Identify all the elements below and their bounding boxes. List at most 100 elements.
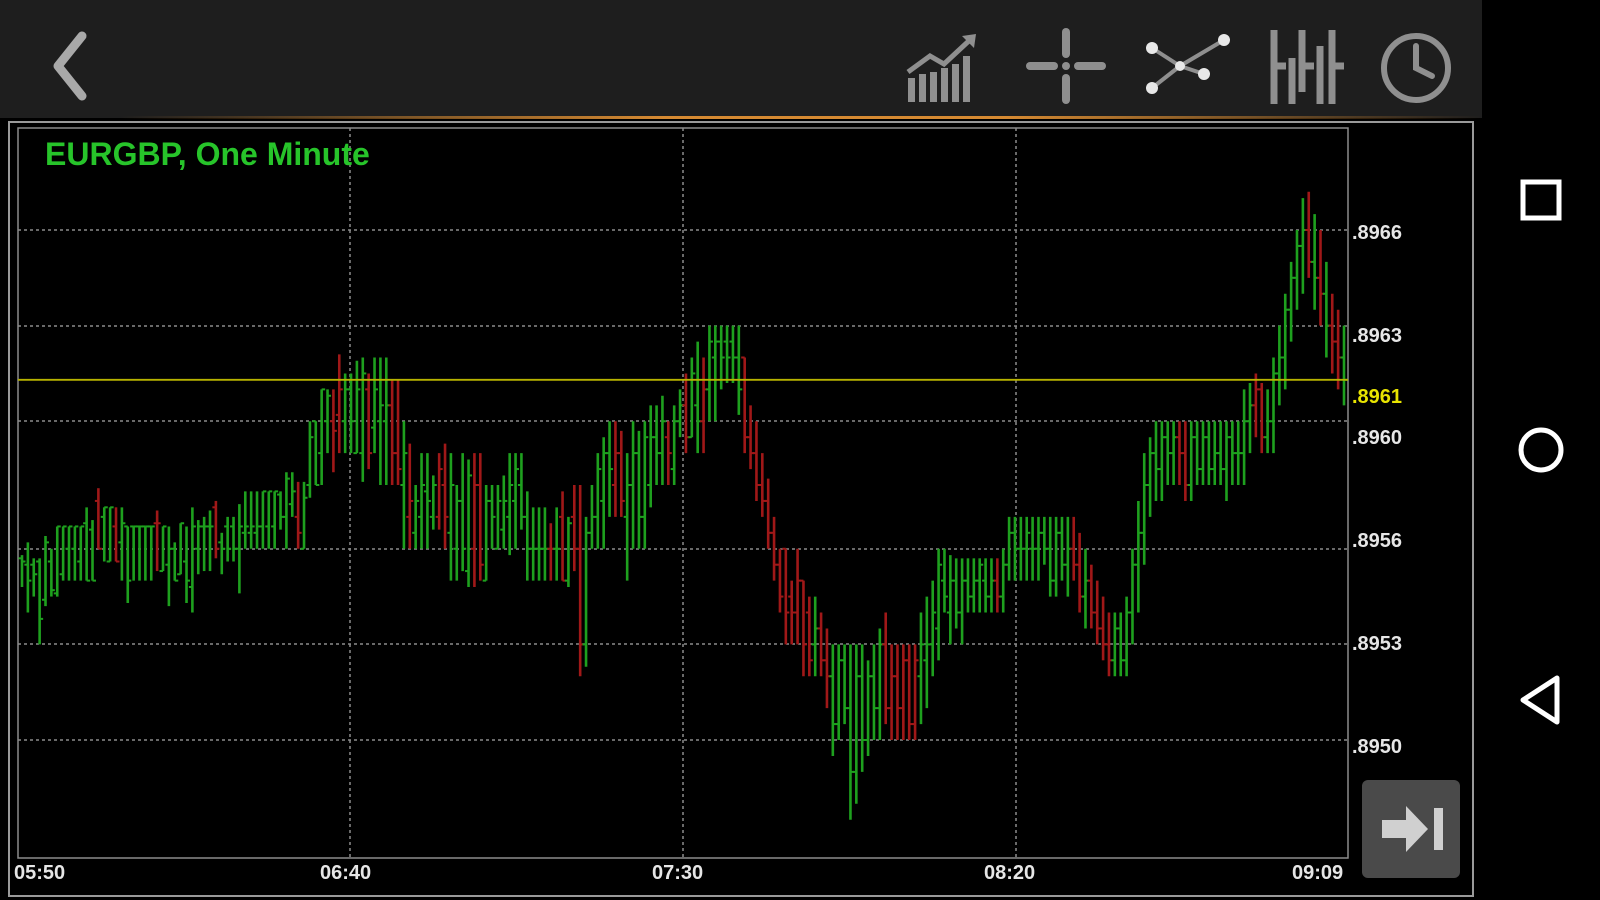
ohlc-bar bbox=[147, 525, 155, 581]
ohlc-bar bbox=[1205, 421, 1213, 485]
ohlc-bar bbox=[564, 516, 572, 587]
ohlc-bar bbox=[1081, 548, 1089, 629]
ohlc-bar bbox=[1170, 421, 1178, 485]
ohlc-bar bbox=[1334, 309, 1342, 390]
scroll-to-end-icon bbox=[1382, 806, 1443, 852]
ohlc-bar bbox=[71, 525, 79, 581]
ohlc-bar bbox=[888, 644, 896, 740]
ohlc-bar bbox=[106, 506, 114, 563]
ohlc-bar bbox=[517, 453, 525, 530]
ohlc-bar bbox=[1322, 261, 1330, 358]
ohlc-bar bbox=[758, 453, 766, 517]
ohlc-bar bbox=[1246, 383, 1254, 454]
ohlc-bar bbox=[453, 485, 461, 581]
ohlc-bar bbox=[688, 357, 696, 439]
ohlc-bar bbox=[958, 558, 966, 645]
ohlc-bar bbox=[1316, 230, 1324, 326]
chart-plot[interactable] bbox=[0, 0, 1482, 900]
ohlc-bar bbox=[188, 507, 196, 613]
ohlc-bar bbox=[47, 548, 55, 597]
ohlc-bar bbox=[964, 558, 972, 613]
ohlc-bar bbox=[805, 596, 813, 677]
ohlc-bar bbox=[940, 548, 948, 613]
ohlc-bar bbox=[606, 421, 614, 517]
ohlc-bar bbox=[987, 558, 995, 613]
ohlc-bar bbox=[752, 421, 760, 501]
ohlc-bar bbox=[371, 357, 379, 454]
ohlc-bar bbox=[852, 644, 860, 804]
ohlc-bar bbox=[917, 612, 925, 725]
ohlc-bar bbox=[282, 472, 290, 549]
ohlc-bar bbox=[570, 485, 578, 572]
ohlc-bar bbox=[541, 507, 549, 581]
ohlc-bar bbox=[30, 558, 38, 597]
home-button[interactable] bbox=[1501, 410, 1581, 490]
nav-back-button[interactable] bbox=[1501, 660, 1581, 740]
ohlc-bar bbox=[735, 325, 743, 415]
ohlc-bar bbox=[300, 481, 308, 550]
nav-back-icon bbox=[1520, 675, 1560, 725]
ohlc-bar bbox=[1258, 383, 1266, 454]
ohlc-bar bbox=[277, 491, 285, 530]
ohlc-bar bbox=[1328, 293, 1336, 374]
ohlc-bar bbox=[212, 500, 220, 559]
x-axis-label: 09:09 bbox=[1292, 862, 1344, 884]
ohlc-bar bbox=[65, 525, 73, 581]
android-navigation-bar bbox=[1482, 0, 1600, 900]
recents-button[interactable] bbox=[1501, 160, 1581, 240]
ohlc-bar bbox=[183, 526, 191, 603]
ohlc-bar bbox=[764, 478, 772, 549]
ohlc-bar bbox=[1146, 437, 1154, 517]
ohlc-bar bbox=[459, 453, 467, 572]
ohlc-bar bbox=[124, 525, 132, 603]
ohlc-bar bbox=[1287, 261, 1295, 342]
ohlc-bar bbox=[1217, 421, 1225, 485]
ohlc-bar bbox=[799, 579, 807, 677]
ohlc-bar bbox=[1052, 516, 1060, 597]
ohlc-bar bbox=[1252, 373, 1260, 438]
ohlc-bar bbox=[1340, 325, 1348, 406]
ohlc-bar bbox=[1275, 325, 1283, 406]
ohlc-bar bbox=[112, 507, 120, 563]
ohlc-bar bbox=[653, 405, 661, 485]
ohlc-bar bbox=[1222, 421, 1230, 501]
scroll-to-end-button[interactable] bbox=[1362, 780, 1460, 878]
ohlc-bar bbox=[982, 558, 990, 613]
ohlc-bar bbox=[1046, 516, 1054, 597]
ohlc-bar bbox=[1005, 516, 1013, 581]
ohlc-bar bbox=[1269, 357, 1277, 454]
ohlc-bar bbox=[658, 395, 666, 485]
ohlc-bar bbox=[723, 325, 731, 383]
recents-icon bbox=[1520, 179, 1562, 221]
ohlc-bar bbox=[1158, 421, 1166, 501]
ohlc-bar bbox=[923, 596, 931, 709]
ohlc-bar bbox=[635, 430, 643, 549]
ohlc-bar bbox=[400, 421, 408, 549]
ohlc-bar bbox=[841, 644, 849, 725]
ohlc-bar bbox=[77, 525, 85, 581]
ohlc-bar bbox=[1093, 580, 1101, 645]
y-axis-label: .8960 bbox=[1352, 427, 1403, 449]
ohlc-bar bbox=[729, 325, 737, 383]
ohlc-bar bbox=[911, 644, 919, 740]
ohlc-bar bbox=[694, 341, 702, 454]
ohlc-bar bbox=[1064, 516, 1072, 597]
ohlc-bar bbox=[870, 644, 878, 740]
y-axis-label: .8963 bbox=[1352, 325, 1403, 347]
ohlc-bar bbox=[435, 453, 443, 530]
ohlc-bar bbox=[629, 421, 637, 549]
ohlc-bar bbox=[136, 525, 144, 581]
ohlc-bar bbox=[506, 453, 514, 556]
ohlc-bar bbox=[899, 644, 907, 740]
ohlc-bar bbox=[858, 644, 866, 772]
ohlc-bar bbox=[952, 558, 960, 629]
ohlc-bar bbox=[271, 490, 279, 549]
ohlc-bar bbox=[1199, 421, 1207, 485]
ohlc-bar bbox=[1140, 453, 1148, 565]
ohlc-bar bbox=[823, 628, 831, 709]
ohlc-bar bbox=[1181, 421, 1189, 501]
ohlc-bar bbox=[423, 453, 431, 549]
ohlc-bar bbox=[741, 356, 749, 454]
ohlc-bar bbox=[1099, 596, 1107, 661]
ohlc-bar bbox=[36, 558, 44, 645]
